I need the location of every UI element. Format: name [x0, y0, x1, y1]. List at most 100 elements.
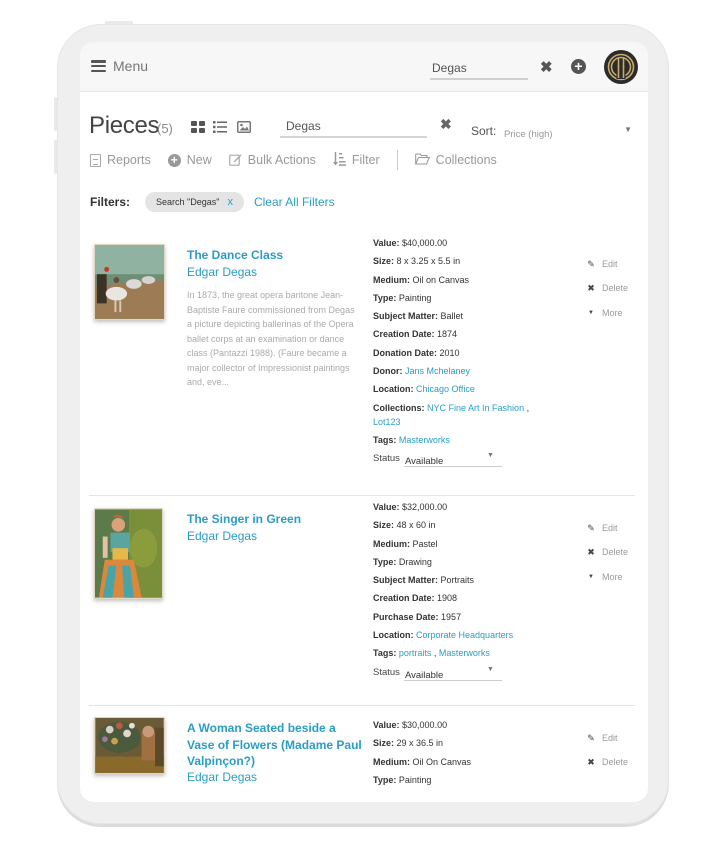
pencil-icon: ✎ — [587, 258, 595, 269]
collections-button[interactable]: Collections — [414, 153, 497, 167]
global-search-input[interactable] — [430, 58, 528, 80]
more-button[interactable]: ▼ More — [585, 301, 628, 325]
menu-button[interactable]: Menu — [91, 58, 148, 74]
pencil-icon: ✎ — [587, 522, 595, 533]
caret-down-icon: ▼ — [624, 125, 632, 134]
plus-circle-icon: + — [167, 153, 181, 167]
filters-label: Filters: — [90, 195, 131, 209]
collection-link[interactable]: Lot123 — [373, 417, 401, 427]
app-screen: Menu ✖ + Pieces (5) ✖ — [80, 42, 648, 802]
sort-label: Sort: — [471, 124, 497, 138]
filter-button[interactable]: Filter — [332, 152, 380, 168]
field-value: Value: $30,000.00 — [373, 720, 448, 730]
tag-link[interactable]: portraits — [399, 648, 432, 658]
sort-select[interactable]: Price (high) ▼ — [504, 124, 632, 140]
field-size: Size: 8 x 3.25 x 5.5 in — [373, 256, 461, 267]
hamburger-icon — [91, 60, 106, 72]
times-icon: ✖ — [587, 546, 595, 557]
reports-button[interactable]: Reports — [90, 153, 151, 167]
status-label: Status — [373, 667, 400, 679]
piece-actions: ✎ Edit ✖ Delete ▼ More — [585, 516, 628, 589]
times-icon: ✖ — [587, 756, 595, 767]
list-view-icon[interactable] — [213, 121, 227, 133]
artwork-thumbnail[interactable] — [94, 508, 163, 599]
piece-fields: Value: $30,000.00 Size: 29 x 36.5 in Med… — [373, 716, 548, 789]
artwork-thumbnail[interactable] — [94, 717, 165, 774]
field-donation-date: Donation Date: 2010 — [373, 347, 460, 358]
times-icon: ✖ — [587, 282, 595, 293]
page-title: Pieces — [89, 112, 160, 139]
field-collections: Collections: NYC Fine Art In Fashion , Lo… — [373, 402, 530, 427]
grid-view-icon[interactable] — [191, 121, 205, 133]
field-location: Location: Chicago Office — [373, 384, 475, 395]
filter-chip: Search "Degas" x — [145, 192, 244, 212]
piece-list-item: The Singer in Green Edgar Degas Value: $… — [89, 496, 635, 706]
edit-button[interactable]: ✎ Edit — [585, 252, 628, 276]
tag-link[interactable]: Masterworks — [399, 435, 450, 445]
pieces-search-input[interactable] — [280, 116, 427, 138]
remove-filter-icon[interactable]: x — [227, 196, 233, 208]
delete-button[interactable]: ✖ Delete — [585, 540, 628, 564]
artist-link[interactable]: Edgar Degas — [187, 529, 257, 543]
field-subject-matter: Subject Matter: Ballet — [373, 311, 464, 322]
top-bar: Menu ✖ + — [80, 42, 648, 92]
artist-link[interactable]: Edgar Degas — [187, 265, 257, 279]
pencil-icon: ✎ — [587, 732, 595, 743]
filter-label: Filter — [351, 153, 380, 167]
field-size: Size: 29 x 36.5 in — [373, 738, 444, 749]
field-tags: Tags: Masterworks — [373, 434, 450, 445]
status-select[interactable]: Available ▼ — [403, 451, 502, 467]
clear-pieces-search-icon[interactable]: ✖ — [440, 116, 452, 133]
field-type: Type: Painting — [373, 774, 432, 785]
more-button[interactable]: ▼ More — [585, 565, 628, 589]
piece-title-link[interactable]: The Singer in Green — [187, 511, 362, 528]
tag-link[interactable]: Masterworks — [439, 648, 490, 658]
plus-circle-icon[interactable]: + — [571, 59, 586, 74]
artwork-thumbnail[interactable] — [94, 244, 165, 320]
edit-square-icon — [228, 153, 242, 168]
field-type: Type: Drawing — [373, 556, 432, 567]
status-select[interactable]: Available ▼ — [403, 665, 502, 681]
caret-down-icon: ▼ — [487, 665, 494, 673]
clear-search-icon[interactable]: ✖ — [540, 58, 553, 76]
toolbar: Reports + New Bulk Actions Filter Collec… — [90, 150, 514, 170]
status-value: Available — [404, 669, 444, 681]
piece-fields: Value: $32,000.00 Size: 48 x 60 in Mediu… — [373, 498, 548, 682]
field-size: Size: 48 x 60 in — [373, 520, 436, 531]
delete-button[interactable]: ✖ Delete — [585, 750, 628, 774]
edit-button[interactable]: ✎ Edit — [585, 516, 628, 540]
field-medium: Medium: Oil on Canvas — [373, 274, 470, 285]
filters-bar: Filters: Search "Degas" x Clear All Filt… — [90, 192, 335, 212]
caret-down-icon: ▼ — [588, 309, 594, 316]
delete-button[interactable]: ✖ Delete — [585, 276, 628, 300]
piece-title-link[interactable]: The Dance Class — [187, 247, 362, 264]
toolbar-divider — [396, 150, 398, 170]
edit-button[interactable]: ✎ Edit — [585, 726, 628, 750]
artist-link[interactable]: Edgar Degas — [187, 770, 257, 784]
reports-label: Reports — [107, 153, 151, 167]
field-medium: Medium: Pastel — [373, 538, 438, 549]
piece-list-item: The Dance Class Edgar Degas In 1873, the… — [89, 232, 635, 496]
status-row: Status Available ▼ — [373, 450, 548, 468]
brand-logo-icon[interactable] — [604, 50, 638, 84]
field-donor: Donor: Jans Mchelaney — [373, 366, 471, 377]
new-button[interactable]: + New — [167, 153, 212, 167]
bulk-actions-button[interactable]: Bulk Actions — [228, 153, 316, 168]
piece-list-item: A Woman Seated beside a Vase of Flowers … — [89, 706, 635, 802]
field-value: Value: $40,000.00 — [373, 238, 448, 248]
image-view-icon[interactable] — [237, 121, 251, 133]
collection-link[interactable]: NYC Fine Art In Fashion — [427, 403, 524, 413]
field-creation-date: Creation Date: 1874 — [373, 329, 458, 340]
caret-down-icon: ▼ — [588, 573, 594, 580]
page-header: Pieces (5) ✖ Sort: Price (high) ▼ — [89, 112, 639, 142]
piece-title-link[interactable]: A Woman Seated beside a Vase of Flowers … — [187, 720, 362, 770]
menu-label: Menu — [113, 58, 149, 74]
page-count: (5) — [157, 121, 173, 136]
location-link[interactable]: Corporate Headquarters — [416, 630, 513, 640]
location-link[interactable]: Chicago Office — [416, 384, 475, 394]
field-purchase-date: Purchase Date: 1957 — [373, 611, 462, 622]
donor-link[interactable]: Jans Mchelaney — [405, 366, 470, 376]
sort-value: Price (high) — [504, 129, 553, 140]
field-medium: Medium: Oil On Canvas — [373, 756, 472, 767]
clear-all-filters-link[interactable]: Clear All Filters — [254, 195, 335, 209]
